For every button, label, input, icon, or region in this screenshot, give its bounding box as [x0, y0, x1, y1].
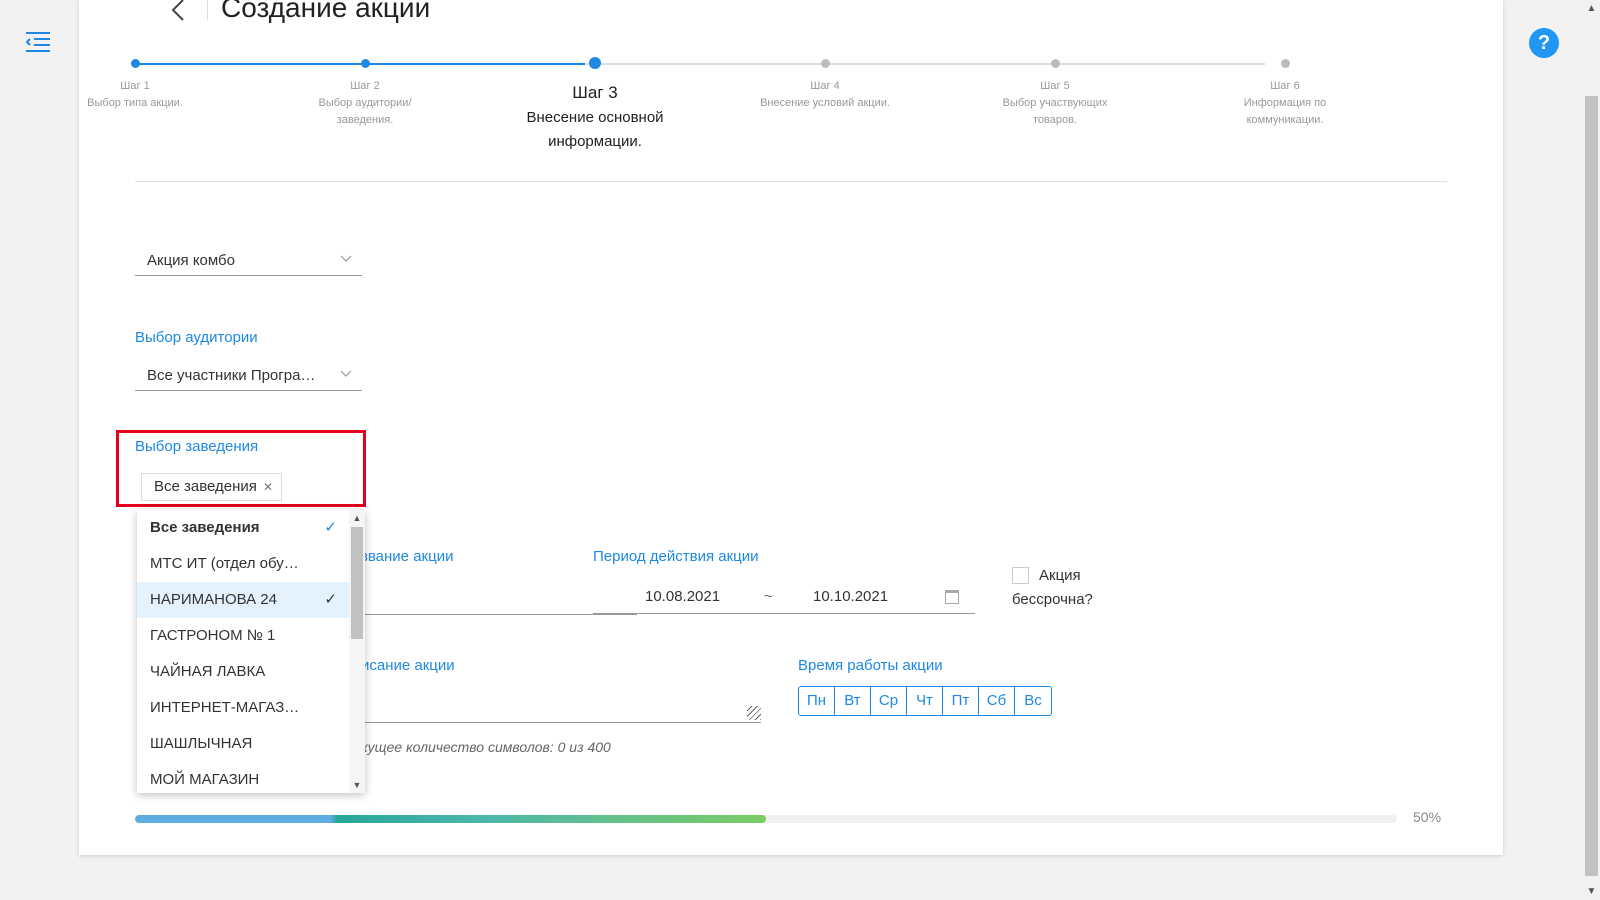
- step-dot[interactable]: [1281, 59, 1290, 68]
- step-2[interactable]: Шаг 2 Выбор аудитории/заведения.: [295, 78, 435, 129]
- venue-tag-label: Все заведения: [154, 478, 257, 495]
- resize-grip-icon[interactable]: [747, 706, 761, 720]
- title-divider: [207, 0, 208, 20]
- progress-percent: 50%: [1413, 809, 1442, 825]
- close-icon[interactable]: ✕: [263, 480, 273, 494]
- date-from[interactable]: 10.08.2021: [645, 588, 720, 605]
- step-number: Шаг 6: [1270, 80, 1300, 92]
- step-label: Внесение основной информации.: [526, 109, 664, 150]
- checkmark-icon: ✓: [324, 591, 337, 608]
- step-6[interactable]: Шаг 6 Информация по коммуникации.: [1230, 78, 1340, 129]
- option-label: Все заведения: [150, 519, 260, 536]
- checkmark-icon: ✓: [324, 519, 337, 536]
- scroll-down-arrow-icon[interactable]: ▼: [349, 777, 365, 793]
- option-label: ШАШЛЫЧНАЯ: [150, 735, 253, 752]
- step-4[interactable]: Шаг 4 Внесение условий акции.: [745, 78, 905, 112]
- scroll-down-arrow-icon[interactable]: ▼: [1583, 883, 1600, 900]
- dropdown-scrollbar-thumb[interactable]: [351, 527, 363, 639]
- step-number: Шаг 4: [810, 80, 840, 92]
- dropdown-option[interactable]: Все заведения ✓: [137, 510, 365, 546]
- hours-label: Время работы акции: [798, 657, 943, 674]
- help-icon: ?: [1537, 32, 1551, 54]
- step-label: Выбор аудитории/заведения.: [318, 97, 412, 126]
- venue-dropdown[interactable]: Все заведения ✓ МТС ИТ (отдел обу… НАРИМ…: [137, 510, 365, 793]
- step-number: Шаг 2: [350, 80, 380, 92]
- chevron-down-icon: [340, 367, 352, 382]
- scroll-up-arrow-icon[interactable]: ▲: [349, 510, 365, 526]
- step-dot-active[interactable]: [589, 57, 601, 69]
- step-label: Информация по коммуникации.: [1243, 97, 1327, 126]
- option-label: МТС ИТ (отдел обу…: [150, 555, 299, 572]
- day-mon[interactable]: Пн: [799, 687, 835, 715]
- option-label: МОЙ МАГАЗИН: [150, 771, 260, 788]
- promo-type-value: Акция комбо: [147, 252, 235, 269]
- page-scrollbar[interactable]: ▲ ▼: [1583, 0, 1600, 900]
- dropdown-option[interactable]: ЧАЙНАЯ ЛАВКА: [137, 654, 365, 690]
- scrollbar-thumb[interactable]: [1585, 96, 1598, 876]
- dropdown-option[interactable]: ИНТЕРНЕТ-МАГАЗ…: [137, 690, 365, 726]
- dropdown-scrollbar[interactable]: ▲ ▼: [349, 510, 365, 793]
- menu-collapse-icon[interactable]: [24, 30, 52, 54]
- weekday-selector: Пн Вт Ср Чт Пт Сб Вс: [798, 686, 1052, 716]
- promo-name-label: звание акции: [361, 548, 454, 565]
- date-separator: ~: [764, 588, 773, 605]
- dropdown-option[interactable]: МОЙ МАГАЗИН: [137, 762, 365, 793]
- stepper-line-todo: [585, 63, 1265, 65]
- step-dot[interactable]: [1051, 59, 1060, 68]
- help-button[interactable]: ?: [1529, 28, 1559, 58]
- description-textarea[interactable]: [347, 722, 761, 723]
- option-label: ЧАЙНАЯ ЛАВКА: [150, 663, 266, 680]
- description-label: исание акции: [361, 657, 455, 674]
- progress-fill: [135, 815, 766, 823]
- venue-tag[interactable]: Все заведения ✕: [141, 473, 282, 501]
- option-label: ГАСТРОНОМ № 1: [150, 627, 276, 644]
- day-thu[interactable]: Чт: [907, 687, 943, 715]
- chevron-down-icon: [340, 252, 352, 267]
- step-label: Внесение условий акции.: [760, 97, 890, 109]
- promo-type-select[interactable]: Акция комбо: [135, 246, 362, 276]
- scroll-up-arrow-icon[interactable]: ▲: [1583, 0, 1600, 17]
- period-date-range[interactable]: 10.08.2021 ~ 10.10.2021: [593, 582, 975, 614]
- calendar-icon[interactable]: [945, 590, 959, 604]
- page-title: Создание акции: [221, 0, 431, 23]
- dropdown-option[interactable]: ШАШЛЫЧНАЯ: [137, 726, 365, 762]
- period-label: Период действия акции: [593, 548, 759, 565]
- char-counter: кущее количество символов: 0 из 400: [361, 739, 611, 755]
- audience-select[interactable]: Все участники Програ…: [135, 361, 362, 391]
- step-dot[interactable]: [361, 59, 370, 68]
- dropdown-option[interactable]: МТС ИТ (отдел обу…: [137, 546, 365, 582]
- step-dot[interactable]: [131, 59, 140, 68]
- step-number: Шаг 1: [120, 80, 150, 92]
- step-label: Выбор типа акции.: [87, 97, 183, 109]
- option-label: НАРИМАНОВА 24: [150, 591, 277, 608]
- progress-bar: [135, 815, 1397, 823]
- option-label: ИНТЕРНЕТ-МАГАЗ…: [150, 699, 300, 716]
- day-wed[interactable]: Ср: [871, 687, 907, 715]
- perpetual-checkbox[interactable]: [1012, 567, 1029, 584]
- step-5[interactable]: Шаг 5 Выбор участвующих товаров.: [990, 78, 1120, 129]
- section-divider: [135, 181, 1447, 182]
- day-sun[interactable]: Вс: [1015, 687, 1051, 715]
- step-label: Выбор участвующих товаров.: [1002, 97, 1108, 126]
- arrow-left-icon[interactable]: [167, 0, 189, 31]
- step-number: Шаг 3: [572, 83, 618, 102]
- day-sat[interactable]: Сб: [979, 687, 1015, 715]
- step-dot[interactable]: [821, 59, 830, 68]
- audience-label: Выбор аудитории: [135, 329, 258, 346]
- step-number: Шаг 5: [1040, 80, 1070, 92]
- dropdown-option[interactable]: НАРИМАНОВА 24 ✓: [137, 582, 365, 618]
- step-3[interactable]: Шаг 3 Внесение основной информации.: [505, 82, 685, 154]
- venue-label: Выбор заведения: [135, 438, 259, 455]
- stepper: Шаг 1 Выбор типа акции. Шаг 2 Выбор ауди…: [87, 56, 1465, 166]
- step-1[interactable]: Шаг 1 Выбор типа акции.: [55, 78, 215, 112]
- date-to[interactable]: 10.10.2021: [813, 588, 888, 605]
- promo-name-input[interactable]: [347, 614, 637, 615]
- dropdown-option[interactable]: ГАСТРОНОМ № 1: [137, 618, 365, 654]
- audience-value: Все участники Програ…: [147, 367, 316, 384]
- day-tue[interactable]: Вт: [835, 687, 871, 715]
- day-fri[interactable]: Пт: [943, 687, 979, 715]
